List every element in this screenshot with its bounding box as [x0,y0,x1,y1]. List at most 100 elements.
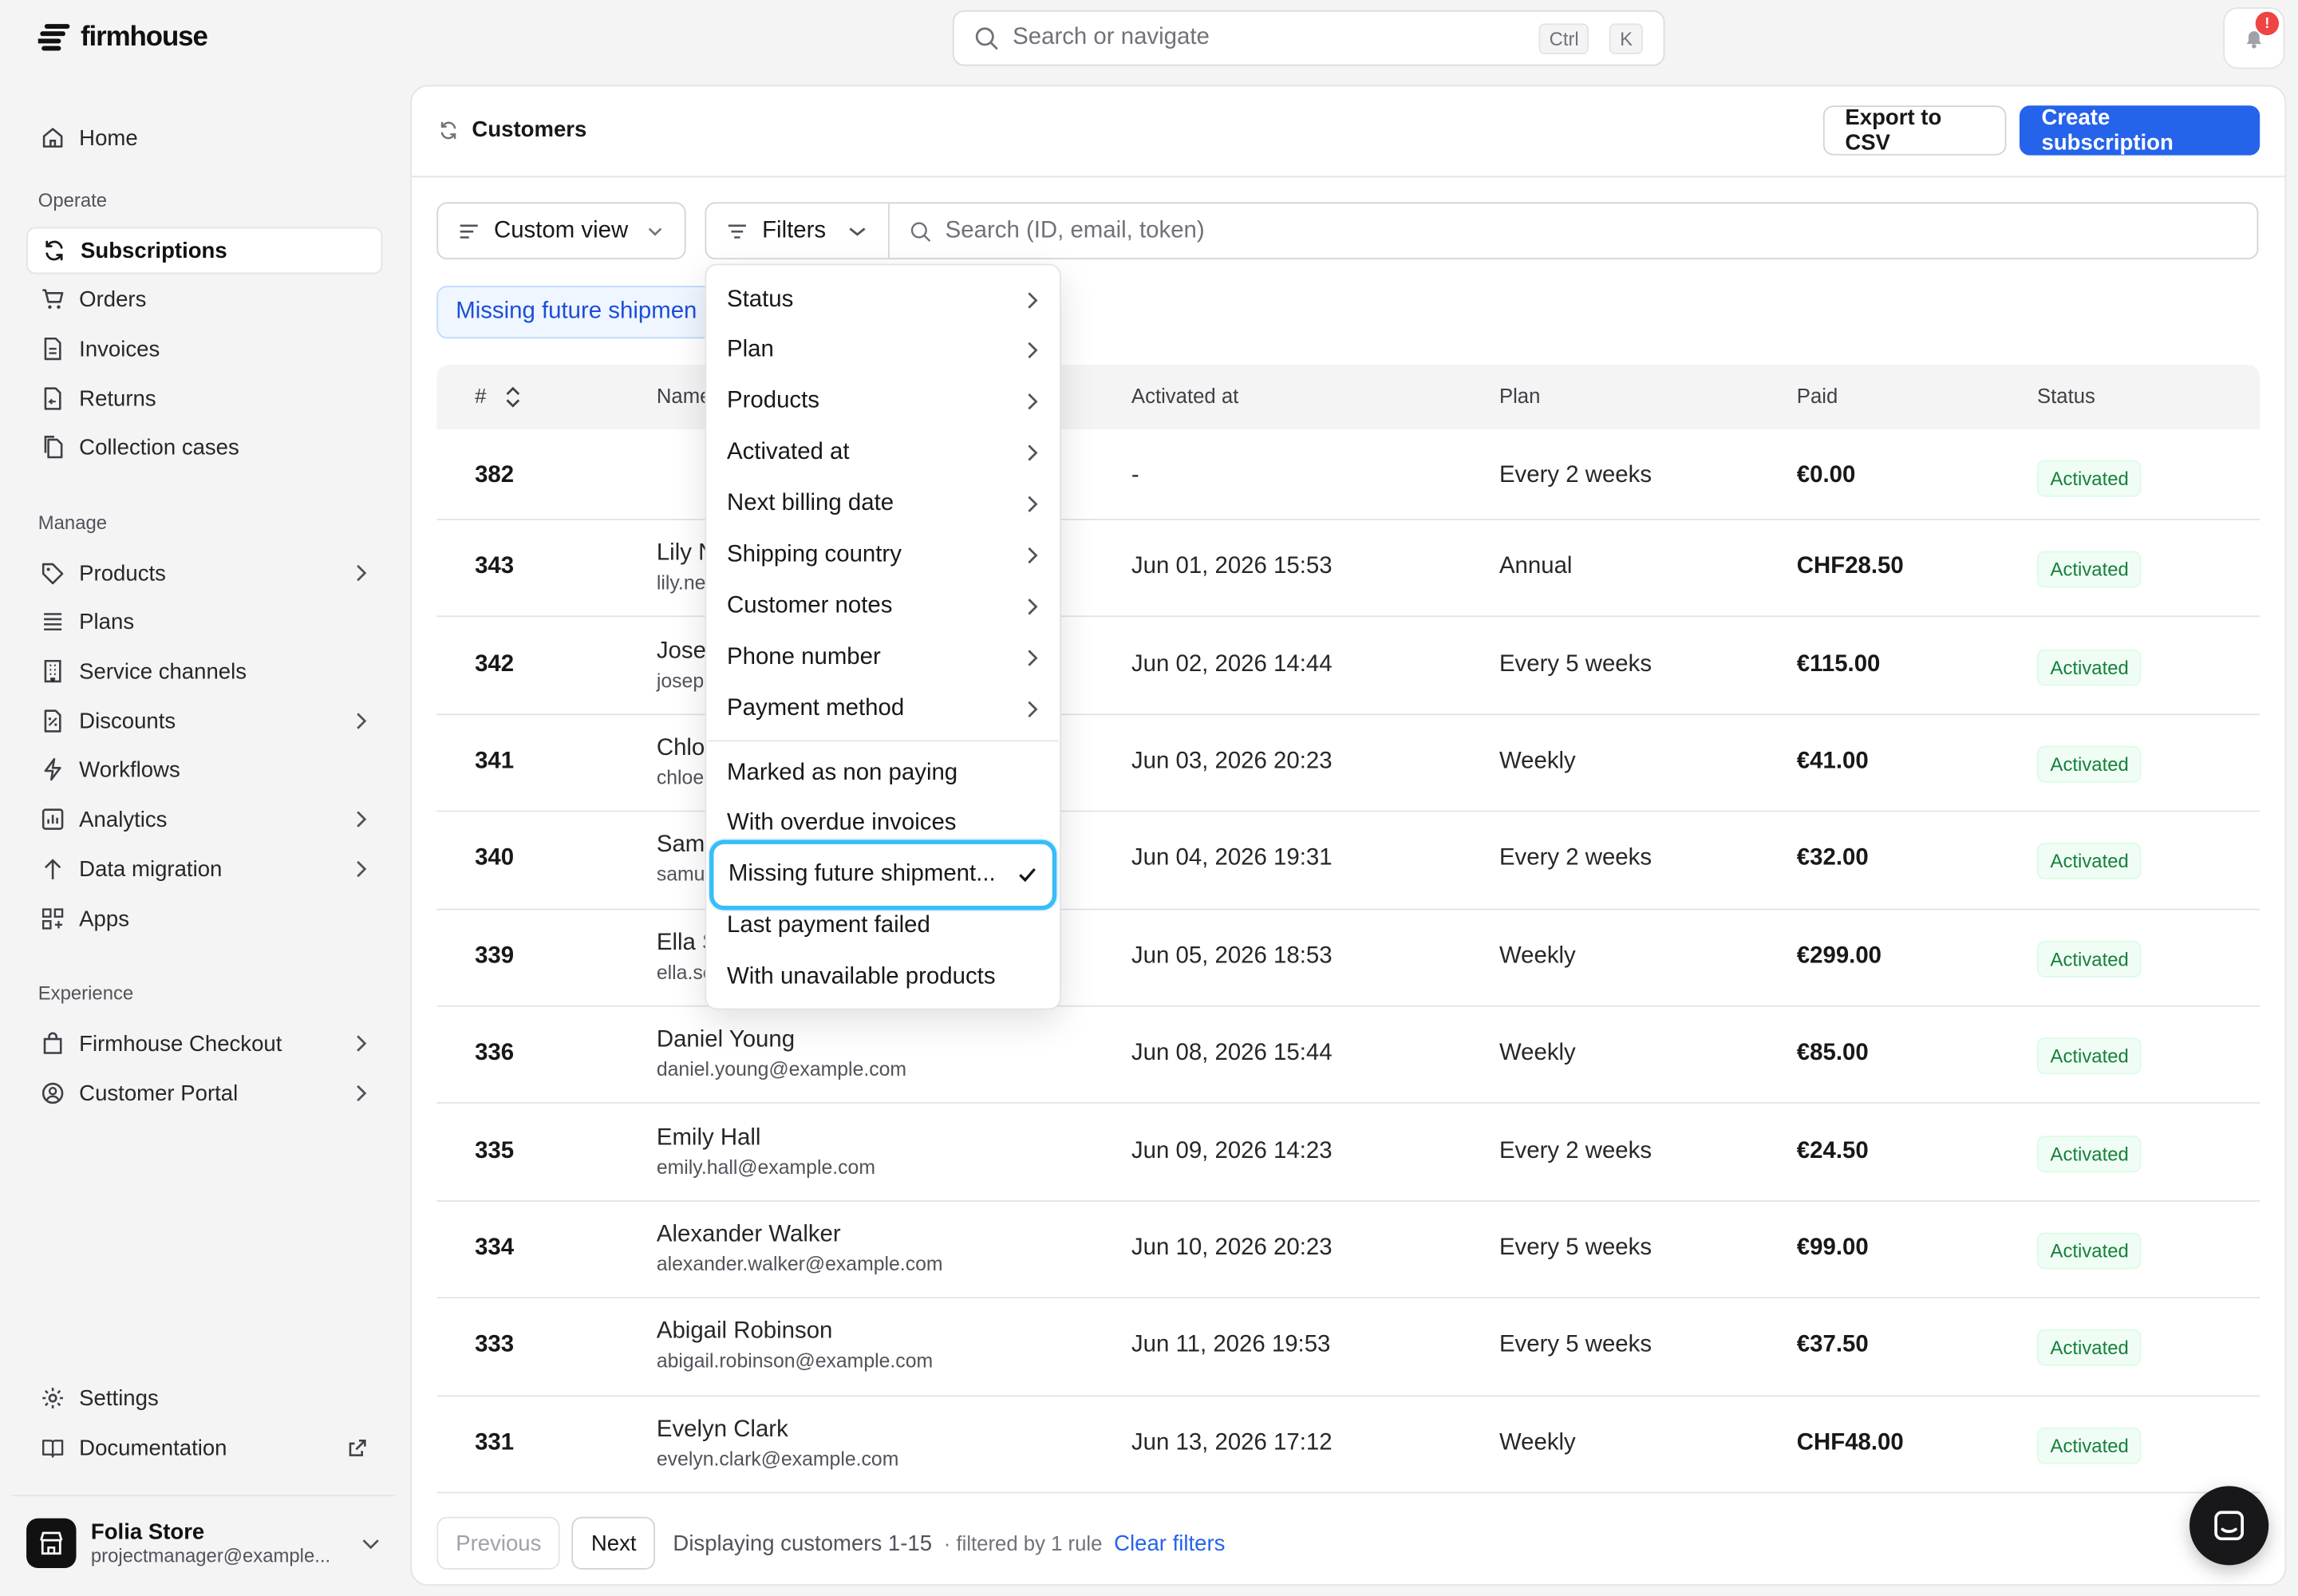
sidebar-item-label: Plans [79,609,135,634]
custom-view-label: Custom view [493,217,629,243]
sidebar-item-analytics[interactable]: Analytics [26,796,382,843]
filter-menu-item[interactable]: Status [708,275,1058,324]
sidebar-item-plans[interactable]: Plans [26,598,382,645]
filter-menu-item[interactable]: With unavailable products [708,954,1058,1002]
plan-name: Every 2 weeks [1498,463,1652,488]
table-row[interactable]: 335 Emily Hall emily.hall@example.com Jun 0… [436,1104,2260,1202]
sidebar-item-subscriptions[interactable]: Subscriptions [26,227,383,275]
list-icon [44,613,62,631]
sidebar-item-products[interactable]: Products [26,550,382,597]
sidebar-item-workflows[interactable]: Workflows [26,746,382,793]
filter-menu-item[interactable]: Activated at [708,429,1058,478]
status-badge: Activated [2037,745,2142,783]
sidebar-item-discounts[interactable]: Discounts [26,697,382,745]
column-header-num-label: # [475,384,487,408]
table-search-input[interactable]: Search (ID, email, token) [890,203,2257,258]
table-search-placeholder: Search (ID, email, token) [945,217,1205,243]
pagination: Previous Next Displaying customers 1-15 … [436,1514,2260,1572]
sidebar-item-label: Settings [79,1385,159,1411]
chat-widget-button[interactable] [2189,1486,2269,1566]
sidebar-item-collection-cases[interactable]: Collection cases [26,424,382,471]
sidebar-item-firmhouse-checkout[interactable]: Firmhouse Checkout [26,1020,382,1067]
plan-name: Weekly [1498,1429,1576,1456]
sidebar-item-label: Subscriptions [81,238,227,263]
column-header-status[interactable]: Status [2037,384,2095,407]
chevron-right-icon [1028,342,1038,359]
column-header-paid[interactable]: Paid [1797,384,1838,407]
filters-dropdown-menu: Status Plan Products Activated at Next billi… [705,263,1061,1010]
plan-name: Weekly [1498,943,1576,969]
activated-at: Jun 03, 2026 20:23 [1131,749,1333,774]
search-icon [910,221,930,241]
paid-amount: €99.00 [1796,1235,1869,1261]
notification-badge: ! [2255,11,2280,36]
paid-amount: CHF28.50 [1796,554,1904,579]
table-row[interactable]: 334 Alexander Walker alexander.walker@exam… [436,1201,2260,1299]
sidebar-item-orders[interactable]: Orders [26,275,382,322]
filter-menu-item[interactable]: Phone number [708,634,1058,682]
column-header-plan[interactable]: Plan [1499,384,1540,407]
status-badge: Activated [2037,1329,2142,1367]
sidebar-item-invoices[interactable]: Invoices [26,326,382,373]
filters-button[interactable]: Filters [706,203,890,259]
table-row[interactable]: 336 Daniel Young daniel.young@example.com J… [436,1007,2260,1104]
column-header-num[interactable]: # [475,384,486,407]
filter-menu-item-label: Activated at [727,440,850,465]
refresh-icon [45,240,63,261]
global-search[interactable]: Search or navigate Ctrl K [952,10,1665,66]
previous-page-button[interactable]: Previous [436,1516,561,1570]
export-csv-button[interactable]: Export to CSV [1822,105,2007,156]
sidebar-item-documentation[interactable]: Documentation [26,1424,382,1472]
filter-menu-item[interactable]: Last payment failed [708,903,1058,951]
filter-menu-item[interactable]: Missing future shipment... [709,839,1057,911]
paid-amount: €24.50 [1796,1138,1869,1163]
row-number: 331 [475,1429,515,1456]
activated-at: Jun 13, 2026 17:12 [1131,1429,1333,1456]
filter-menu-item[interactable]: Customer notes [708,583,1058,631]
filter-menu-item[interactable]: Payment method [708,685,1058,733]
create-subscription-button[interactable]: Create subscription [2019,105,2260,156]
clear-filters-link[interactable]: Clear filters [1114,1531,1225,1555]
filter-menu-item[interactable]: Products [708,377,1058,426]
column-header-name[interactable]: Name [657,384,712,407]
sidebar-item-home[interactable]: Home [26,114,382,161]
filter-menu-item[interactable]: Plan [708,326,1058,375]
activated-at: Jun 09, 2026 14:23 [1131,1138,1333,1163]
plan-name: Annual [1498,554,1573,579]
sidebar-item-returns[interactable]: Returns [26,375,382,422]
toolbar: Custom view Filters Search (ID, email, t… [436,202,2259,260]
next-page-button[interactable]: Next [571,1516,656,1570]
active-filter-chip[interactable]: Missing future shipmen [436,286,730,339]
customer-name: Alexander Walker [656,1222,841,1247]
status-badge: Activated [2037,551,2142,588]
notifications-button[interactable]: ! [2223,7,2285,69]
filter-menu-item[interactable]: Next billing date [708,480,1058,529]
customer-name: Abigail Robinson [656,1319,833,1345]
cart-icon [42,289,64,309]
sidebar-item-data-migration[interactable]: Data migration [26,846,382,893]
row-number: 342 [475,651,515,677]
chevron-right-icon [357,811,367,828]
sidebar-item-customer-portal[interactable]: Customer Portal [26,1070,382,1117]
table-row[interactable]: 331 Evelyn Clark evelyn.clark@example.com J… [436,1396,2260,1494]
plan-name: Every 5 weeks [1498,1235,1652,1261]
plan-name: Every 5 weeks [1498,1332,1652,1358]
sidebar-item-apps[interactable]: Apps [26,895,382,942]
row-number: 335 [475,1138,515,1163]
nav-section-experience: Experience [38,982,134,1005]
sidebar-item-service-channels[interactable]: Service channels [26,648,382,695]
filter-menu-item[interactable]: Marked as non paying [708,749,1058,797]
discount-icon [44,709,61,733]
filter-menu-item[interactable]: Shipping country [708,531,1058,580]
activated-at: Jun 05, 2026 18:53 [1131,943,1333,969]
custom-view-select[interactable]: Custom view [436,202,686,260]
column-header-activated[interactable]: Activated at [1131,384,1238,407]
store-switcher[interactable]: Folia Store projectmanager@example... [11,1495,396,1589]
page-title: Customers [472,117,587,143]
paid-amount: €41.00 [1796,749,1869,774]
sidebar-item-settings[interactable]: Settings [26,1375,382,1422]
sort-icon[interactable] [504,385,522,409]
table-row[interactable]: 333 Abigail Robinson abigail.robinson@exam… [436,1298,2260,1396]
filter-menu-item-label: Missing future shipment... [728,861,996,887]
app-logo[interactable]: firmhouse [38,22,208,54]
